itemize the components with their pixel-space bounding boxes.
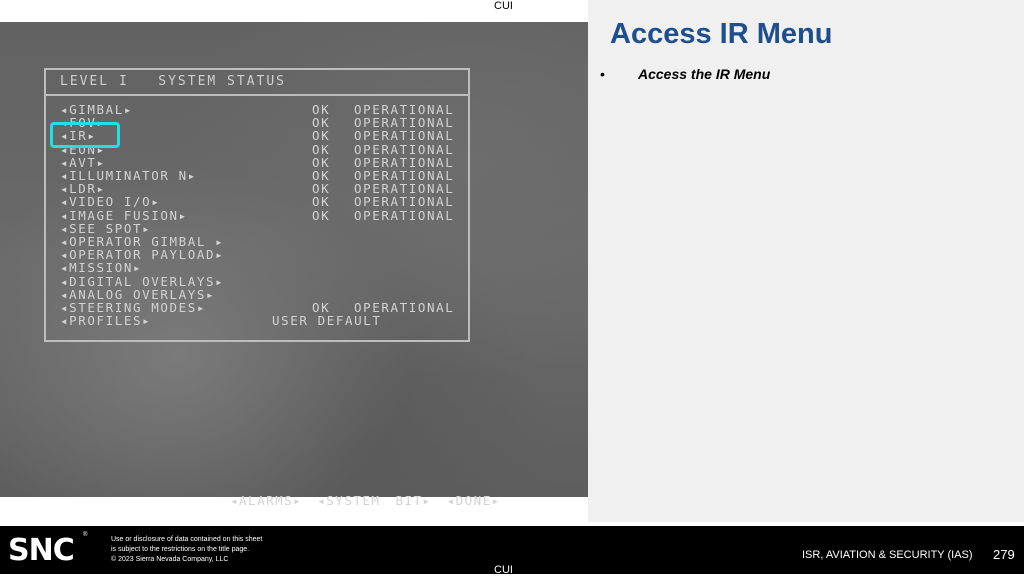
instruction-panel: Access IR Menu • Access the IR Menu xyxy=(588,0,1024,522)
ok-status: OK xyxy=(312,168,331,183)
classification-bottom: CUI xyxy=(494,564,513,576)
menu-item[interactable]: ◂SEE SPOT▸ xyxy=(60,222,151,235)
profile-value: USER DEFAULT xyxy=(272,313,382,329)
page-number: 279 xyxy=(993,547,1015,562)
footer: SNC ® Use or disclosure of data containe… xyxy=(0,526,1024,576)
operational-status: OPERATIONAL xyxy=(354,102,455,117)
classification-top: CUI xyxy=(494,0,513,12)
menu-item[interactable]: ◂AVT▸ OK OPERATIONAL xyxy=(60,156,453,169)
ok-status: OK xyxy=(312,207,331,223)
menu-item[interactable]: ◂VIDEO I/O▸ OK OPERATIONAL xyxy=(60,195,453,208)
menu-item[interactable]: ◂OPERATOR PAYLOAD▸ xyxy=(60,248,224,261)
menu-item-label: ◂PROFILES▸ xyxy=(60,313,152,329)
operational-status: OPERATIONAL xyxy=(354,128,455,144)
menu-item[interactable]: ◂MISSION▸ xyxy=(60,261,142,274)
disclaimer-line: Use or disclosure of data contained on t… xyxy=(111,536,263,543)
done-button[interactable]: ◂DONE▸ xyxy=(447,493,501,508)
disclaimer: Use or disclosure of data contained on t… xyxy=(111,535,262,565)
menu-item[interactable]: ◂LDR▸ OK OPERATIONAL xyxy=(60,182,453,195)
alarms-button[interactable]: ◂ALARMS▸ xyxy=(230,493,302,508)
bullet-text: Access the IR Menu xyxy=(638,66,771,82)
ok-status: OK xyxy=(312,141,331,157)
ok-status: OK xyxy=(312,128,331,144)
snc-logo: SNC xyxy=(8,533,75,568)
operational-status: OPERATIONAL xyxy=(354,194,455,210)
menu-header: LEVEL I SYSTEM STATUS xyxy=(60,74,287,89)
slide-title: Access IR Menu xyxy=(610,18,833,50)
menu-item[interactable]: ◂ANALOG OVERLAYS▸ xyxy=(60,288,215,301)
menu-item[interactable]: ◂STEERING MODES▸ OK OPERATIONAL xyxy=(60,301,453,314)
operational-status: OPERATIONAL xyxy=(354,181,455,197)
menu-bottom-bar: ◂ALARMS▸ ◂SYSTEM BIT▸ ◂DONE▸ xyxy=(230,493,501,508)
menu-item[interactable]: ◂PROFILES▸ USER DEFAULT xyxy=(60,313,380,329)
menu-item[interactable]: ◂ILLUMINATOR N▸ OK OPERATIONAL xyxy=(60,169,453,182)
menu-item[interactable]: ◂GIMBAL▸ OK OPERATIONAL xyxy=(60,103,453,116)
operational-status: OPERATIONAL xyxy=(354,300,455,315)
operational-status: OPERATIONAL xyxy=(354,168,455,183)
system-status-menu: LEVEL I SYSTEM STATUS ◂GIMBAL▸ OK OPERATIO… xyxy=(44,68,470,342)
ok-status: OK xyxy=(312,194,331,210)
operational-status: OPERATIONAL xyxy=(354,207,455,223)
system-bit-button[interactable]: ◂SYSTEM BIT▸ xyxy=(317,493,431,508)
menu-item[interactable]: ◂DIGITAL OVERLAYS▸ xyxy=(60,275,224,288)
menu-item[interactable]: ◂IMAGE FUSION▸ OK OPERATIONAL xyxy=(60,209,453,222)
disclaimer-line: © 2023 Sierra Nevada Company, LLC xyxy=(111,556,229,563)
division-label: ISR, AVIATION & SECURITY (IAS) xyxy=(802,549,973,561)
ok-status: OK xyxy=(312,154,331,170)
divider xyxy=(46,94,468,96)
operational-status: OPERATIONAL xyxy=(354,115,455,131)
ok-status: OK xyxy=(312,300,331,315)
bullet-icon: • xyxy=(600,66,605,82)
disclaimer-line: is subject to the restrictions on the ti… xyxy=(111,546,250,553)
operational-status: OPERATIONAL xyxy=(354,154,455,170)
menu-item[interactable]: ◂OPERATOR GIMBAL ▸ xyxy=(60,235,224,248)
ok-status: OK xyxy=(312,102,331,117)
ok-status: OK xyxy=(312,115,331,131)
sensor-video-screen: LEVEL I SYSTEM STATUS ◂GIMBAL▸ OK OPERATIO… xyxy=(0,22,588,508)
registered-icon: ® xyxy=(83,532,88,538)
ir-highlight-box xyxy=(50,122,120,148)
ok-status: OK xyxy=(312,181,331,197)
operational-status: OPERATIONAL xyxy=(354,141,455,157)
